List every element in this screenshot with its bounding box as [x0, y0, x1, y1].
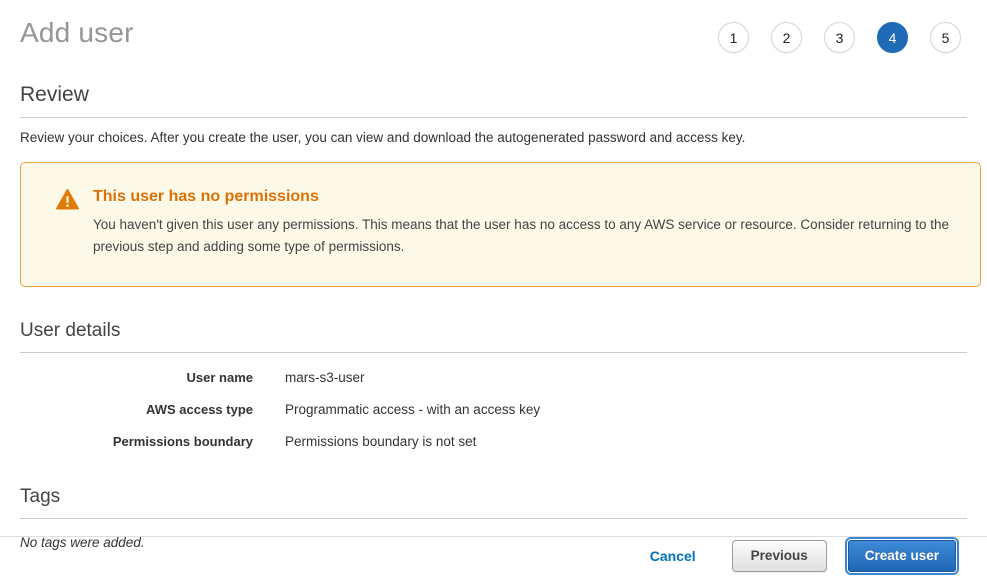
step-indicator-2[interactable]: 2: [771, 22, 802, 53]
no-permissions-warning-banner: This user has no permissions You haven't…: [20, 162, 981, 287]
step-indicator-5[interactable]: 5: [930, 22, 961, 53]
main-content: Review Review your choices. After you cr…: [0, 83, 987, 550]
step-indicator-1[interactable]: 1: [718, 22, 749, 53]
previous-button[interactable]: Previous: [732, 540, 827, 572]
tags-heading: Tags: [20, 486, 967, 519]
create-user-button[interactable]: Create user: [848, 540, 956, 572]
detail-row-permissions-boundary: Permissions boundary Permissions boundar…: [20, 434, 967, 449]
detail-value: Programmatic access - with an access key: [285, 402, 540, 417]
step-indicator-4-active[interactable]: 4: [877, 22, 908, 53]
detail-label: Permissions boundary: [20, 434, 253, 449]
wizard-step-indicator: 1 2 3 4 5: [718, 22, 961, 53]
wizard-header: Add user 1 2 3 4 5: [0, 0, 987, 53]
user-details-section: User details User name mars-s3-user AWS …: [20, 320, 967, 449]
review-heading: Review: [20, 83, 967, 118]
detail-label: AWS access type: [20, 402, 253, 417]
warning-body: You haven't given this user any permissi…: [93, 214, 950, 258]
cancel-button[interactable]: Cancel: [650, 548, 696, 564]
warning-inner: This user has no permissions You haven't…: [56, 187, 950, 258]
warning-title: This user has no permissions: [93, 187, 950, 207]
warning-text-block: This user has no permissions You haven't…: [93, 187, 950, 258]
detail-value: Permissions boundary is not set: [285, 434, 476, 449]
detail-row-user-name: User name mars-s3-user: [20, 370, 967, 385]
review-section: Review Review your choices. After you cr…: [20, 83, 967, 145]
wizard-footer: Cancel Previous Create user: [0, 536, 987, 581]
detail-label: User name: [20, 370, 253, 385]
review-description: Review your choices. After you create th…: [20, 130, 967, 145]
detail-row-access-type: AWS access type Programmatic access - wi…: [20, 402, 967, 417]
warning-triangle-icon: [56, 189, 79, 215]
user-details-heading: User details: [20, 320, 967, 353]
step-indicator-3[interactable]: 3: [824, 22, 855, 53]
page-title: Add user: [20, 16, 134, 50]
user-details-rows: User name mars-s3-user AWS access type P…: [20, 370, 967, 449]
detail-value: mars-s3-user: [285, 370, 365, 385]
